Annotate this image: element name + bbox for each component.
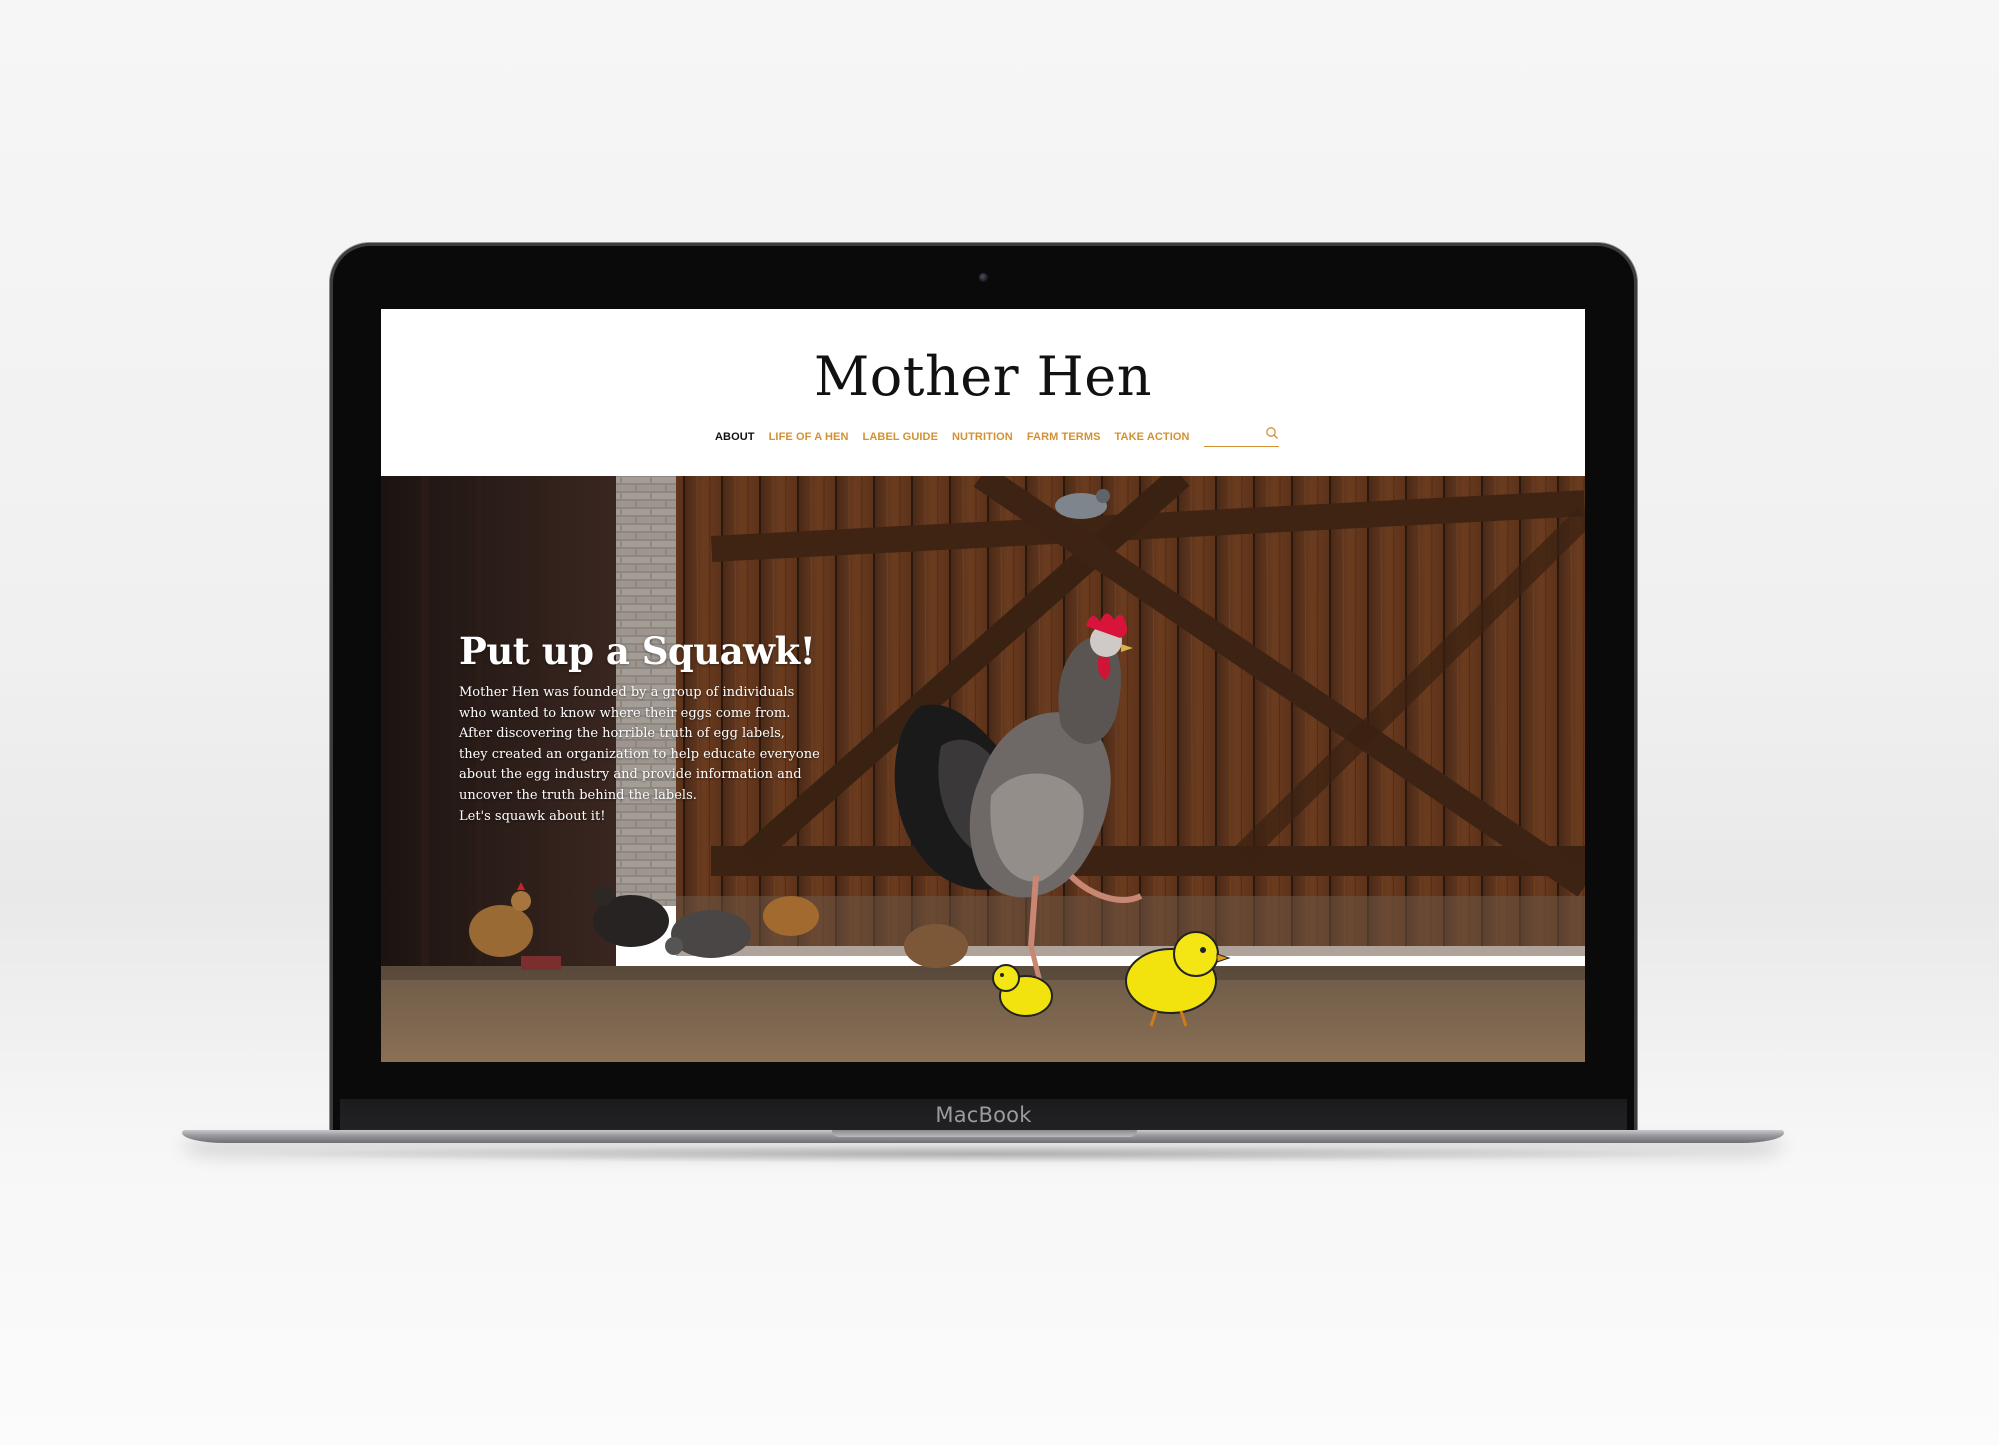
site-logo[interactable]: Mother Hen (381, 345, 1585, 408)
nav-label-guide[interactable]: LABEL GUIDE (863, 431, 938, 443)
hero-section: Put up a Squawk! Mother Hen was founded … (381, 476, 1585, 1062)
hero-text-line: Mother Hen was founded by a group of ind… (459, 685, 795, 700)
hero-text-line: Let's squawk about it! (459, 808, 606, 824)
nav-take-action[interactable]: TAKE ACTION (1115, 431, 1190, 443)
webcam-icon (979, 273, 988, 282)
hero-text-line: who wanted to know where their eggs come… (459, 705, 791, 721)
laptop-shadow (230, 1145, 1730, 1163)
search-box (1203, 426, 1279, 447)
hero-text-line: about the egg industry and provide infor… (459, 767, 802, 783)
search-input[interactable] (1203, 427, 1260, 444)
device-brand-label: MacBook (935, 1103, 1032, 1127)
hero-text-line: After discovering the horrible truth of … (459, 726, 785, 742)
hero-title: Put up a Squawk! (459, 629, 816, 673)
search-icon[interactable] (1265, 426, 1279, 440)
browser-screen: Mother Hen ABOUT LIFE OF A HEN LABEL GUI… (381, 309, 1585, 1062)
hero-text-line: uncover the truth behind the labels. (459, 787, 697, 803)
hero-description: Mother Hen was founded by a group of ind… (459, 683, 849, 827)
site-header: Mother Hen ABOUT LIFE OF A HEN LABEL GUI… (381, 309, 1585, 476)
nav-life-of-a-hen[interactable]: LIFE OF A HEN (769, 431, 849, 443)
nav-about[interactable]: ABOUT (715, 431, 755, 443)
laptop-base (182, 1130, 1784, 1143)
hero-text-line: they created an organization to help edu… (459, 746, 820, 762)
nav-nutrition[interactable]: NUTRITION (952, 431, 1013, 443)
nav-farm-terms[interactable]: FARM TERMS (1027, 431, 1101, 443)
laptop-opening-notch (832, 1130, 1137, 1137)
laptop-chin: MacBook (340, 1099, 1627, 1133)
main-nav: ABOUT LIFE OF A HEN LABEL GUIDE NUTRITIO… (715, 426, 1279, 447)
